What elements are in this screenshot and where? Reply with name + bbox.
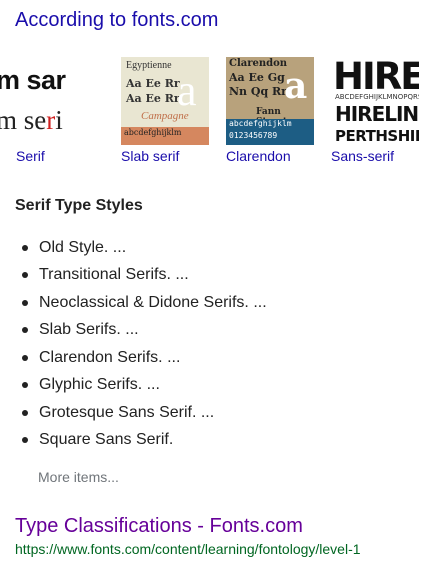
sample-text: HIRELINC bbox=[335, 102, 419, 126]
result-url: https://www.fonts.com/content/learning/f… bbox=[15, 541, 361, 557]
bullet-icon bbox=[22, 409, 28, 416]
sample-glyph: a bbox=[284, 65, 308, 107]
sample-text: abcdefghijklm bbox=[124, 128, 182, 137]
bullet-icon bbox=[22, 354, 28, 361]
list-item: Slab Serifs. ... bbox=[15, 317, 267, 345]
list-item-label: Slab Serifs. ... bbox=[39, 321, 139, 339]
list-item-label: Square Sans Serif. bbox=[39, 431, 174, 449]
bullet-icon bbox=[22, 327, 28, 334]
list-item-label: Old Style. ... bbox=[39, 238, 127, 256]
thumbnail-sans-serif[interactable]: HIRE ABCDEFGHIJKLMNOPQRST HIRELINC PERTH… bbox=[331, 57, 419, 164]
thumbnail-caption[interactable]: Slab serif bbox=[121, 148, 179, 164]
thumbnail-serif[interactable]: m sar m seri Serif bbox=[0, 57, 104, 164]
sample-text: Aa Ee Gg bbox=[229, 71, 285, 84]
thumbnail-caption[interactable]: Serif bbox=[16, 148, 45, 164]
thumbnail-slab-serif[interactable]: Egyptienne Aa Ee Rr Aa Ee Rr a Campagne … bbox=[121, 57, 209, 164]
list-item-label: Neoclassical & Didone Serifs. ... bbox=[39, 293, 267, 311]
list-item-label: Grotesque Sans Serif. ... bbox=[39, 403, 215, 421]
type-styles-list: Old Style. ... Transitional Serifs. ... … bbox=[15, 234, 267, 454]
bullet-icon bbox=[22, 437, 28, 444]
list-item: Clarendon Serifs. ... bbox=[15, 344, 267, 372]
sample-text: m sar bbox=[0, 65, 66, 95]
list-item-label: Transitional Serifs. ... bbox=[39, 266, 189, 284]
thumbnail-caption[interactable]: Sans-serif bbox=[331, 148, 394, 164]
sample-text: abcdefghijklm bbox=[229, 119, 292, 128]
bullet-icon bbox=[22, 299, 28, 306]
sample-text: Clarendon bbox=[229, 58, 288, 69]
list-item-label: Clarendon Serifs. ... bbox=[39, 348, 181, 366]
result-title-link[interactable]: Type Classifications - Fonts.com bbox=[15, 515, 303, 538]
sample-text: Egyptienne bbox=[126, 60, 172, 71]
list-item: Glyphic Serifs. ... bbox=[15, 372, 267, 400]
bullet-icon bbox=[22, 244, 28, 251]
sample-text: PERTHSHIRE bbox=[335, 127, 419, 145]
sample-text: HIRE bbox=[333, 57, 419, 98]
image-thumbnails: m sar m seri Serif Egyptienne Aa Ee Rr A… bbox=[0, 57, 426, 167]
sample-text: 0123456789 bbox=[229, 131, 278, 140]
sample-text: Campagne bbox=[141, 110, 189, 122]
source-link[interactable]: According to fonts.com bbox=[15, 9, 218, 32]
serif-sample-image[interactable]: m sar m seri bbox=[0, 57, 104, 145]
more-items-link[interactable]: More items... bbox=[38, 469, 119, 485]
list-item: Neoclassical & Didone Serifs. ... bbox=[15, 289, 267, 317]
list-item: Transitional Serifs. ... bbox=[15, 262, 267, 290]
thumbnail-clarendon[interactable]: Clarendon Aa Ee Gg Nn Qq Rr a Fann Stree… bbox=[226, 57, 314, 164]
sans-serif-sample-image[interactable]: HIRE ABCDEFGHIJKLMNOPQRST HIRELINC PERTH… bbox=[331, 57, 419, 145]
bullet-icon bbox=[22, 272, 28, 279]
list-item: Grotesque Sans Serif. ... bbox=[15, 399, 267, 427]
list-item-label: Glyphic Serifs. ... bbox=[39, 376, 160, 394]
list-item: Old Style. ... bbox=[15, 234, 267, 262]
sample-text: m seri bbox=[0, 105, 63, 135]
slab-serif-sample-image[interactable]: Egyptienne Aa Ee Rr Aa Ee Rr a Campagne … bbox=[121, 57, 209, 145]
sample-glyph: a bbox=[177, 66, 197, 115]
sample-text: Nn Qq Rr bbox=[229, 85, 287, 98]
bullet-icon bbox=[22, 382, 28, 389]
sample-text: ABCDEFGHIJKLMNOPQRST bbox=[335, 93, 419, 101]
thumbnail-caption[interactable]: Clarendon bbox=[226, 148, 291, 164]
sample-text: Aa Ee Rr bbox=[126, 92, 180, 105]
list-item: Square Sans Serif. bbox=[15, 427, 267, 455]
clarendon-sample-image[interactable]: Clarendon Aa Ee Gg Nn Qq Rr a Fann Stree… bbox=[226, 57, 314, 145]
section-title: Serif Type Styles bbox=[15, 197, 143, 214]
sample-text: Aa Ee Rr bbox=[126, 77, 180, 90]
